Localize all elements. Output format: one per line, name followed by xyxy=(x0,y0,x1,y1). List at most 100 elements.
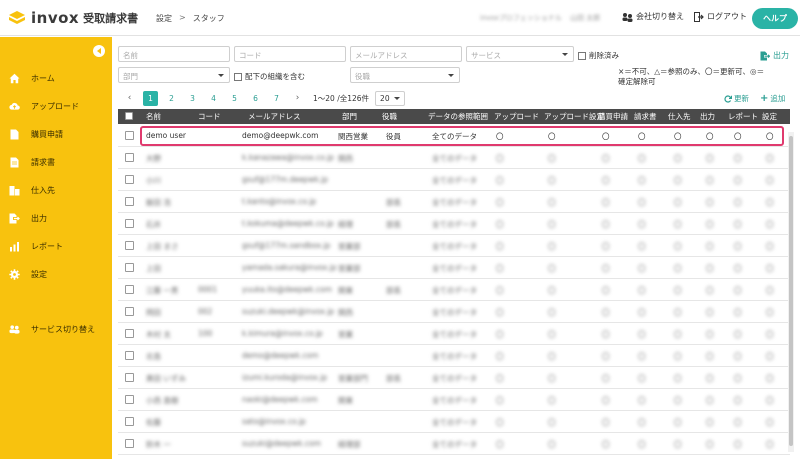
table-row[interactable]: 小西 直樹 naoki@deepwk.com 関東 全てのデータ 〇 〇 〇 〇 〇 〇 〇 〇 xyxy=(118,389,790,411)
refresh-button[interactable]: 更新 xyxy=(724,93,749,104)
cell-perm: 〇 xyxy=(766,286,774,295)
table-row[interactable]: 佐藤 sato@invox.co.jp 全てのデータ 〇 〇 〇 〇 〇 〇 〇 〇 xyxy=(118,411,790,433)
page-button-6[interactable]: 6 xyxy=(248,91,263,106)
col-supplier[interactable]: 仕入先 xyxy=(668,111,691,122)
scrollbar-thumb[interactable] xyxy=(789,136,793,446)
table-row[interactable]: 上田 まさ gsuf@177m.sandbox.jp 営業部 全てのデータ 〇 〇 〇 〇 〇 〇… xyxy=(118,235,790,257)
table-row[interactable]: 鈴木 一 suzuki@deepwk.com 経理部 全てのデータ 〇 〇 〇 〇 〇 〇 〇 〇 xyxy=(118,433,790,455)
col-email[interactable]: メールアドレス xyxy=(248,111,301,122)
page-button-7[interactable]: 7 xyxy=(269,91,284,106)
row-checkbox[interactable] xyxy=(125,241,134,250)
sidebar-item-report[interactable]: レポート xyxy=(0,236,112,256)
add-staff-button[interactable]: + 追加 xyxy=(760,93,785,104)
cell-perm: 〇 xyxy=(548,330,556,339)
col-invoice[interactable]: 請求書 xyxy=(634,111,657,122)
refresh-icon xyxy=(724,94,732,103)
table-row[interactable]: 石井 t.kokuma@deepwk.co.jp 経理 部長 全てのデータ 〇 〇 〇 〇 〇 〇 〇… xyxy=(118,213,790,235)
export-button[interactable]: 出力 xyxy=(760,50,789,61)
prev-page-button[interactable]: ‹ xyxy=(122,91,137,106)
row-checkbox[interactable] xyxy=(125,373,134,382)
row-checkbox[interactable] xyxy=(125,417,134,426)
row-checkbox[interactable] xyxy=(125,153,134,162)
deleted-checkbox[interactable]: 削除済み xyxy=(578,50,619,61)
per-page-select[interactable]: 20 xyxy=(375,90,406,106)
cell-scope: 全てのデータ xyxy=(432,374,477,383)
cell-perm: 〇 xyxy=(638,198,646,207)
row-checkbox[interactable] xyxy=(125,285,134,294)
sidebar-item-settings[interactable]: 設定 xyxy=(0,264,112,284)
switch-company-button[interactable]: 会社切り替え xyxy=(622,11,684,22)
row-checkbox[interactable] xyxy=(125,395,134,404)
include-sub-org-checkbox[interactable]: 配下の組織を含む xyxy=(234,71,305,82)
help-button[interactable]: ヘルプ xyxy=(752,8,798,29)
sidebar-item-suppliers[interactable]: 仕入先 xyxy=(0,180,112,200)
page-button-5[interactable]: 5 xyxy=(227,91,242,106)
row-checkbox[interactable] xyxy=(125,131,134,140)
checkbox-box[interactable] xyxy=(578,51,586,60)
row-checkbox[interactable] xyxy=(125,307,134,316)
table-row[interactable]: 北島 demo@deepwk.com 全てのデータ 〇 〇 〇 〇 〇 〇 〇 〇 xyxy=(118,345,790,367)
sidebar-item-purchase-request[interactable]: 購買申請 xyxy=(0,124,112,144)
row-checkbox[interactable] xyxy=(125,263,134,272)
sidebar-item-home[interactable]: ホーム xyxy=(0,68,112,88)
table-row[interactable]: 上田 yamada.sakura@invox.jp 営業部 全てのデータ 〇 〇 〇 〇 〇 〇 〇… xyxy=(118,257,790,279)
col-purchase-request[interactable]: 購買申請 xyxy=(598,111,628,122)
page-button-4[interactable]: 4 xyxy=(206,91,221,106)
sidebar-item-invoice[interactable]: 請求書 xyxy=(0,152,112,172)
col-name[interactable]: 名前 xyxy=(146,111,161,122)
col-upload-settings[interactable]: アップロード設定 xyxy=(544,111,604,122)
row-checkbox[interactable] xyxy=(125,351,134,360)
col-code[interactable]: コード xyxy=(198,111,221,122)
col-report[interactable]: レポート xyxy=(728,111,758,122)
page-button-2[interactable]: 2 xyxy=(164,91,179,106)
table-scrollbar[interactable] xyxy=(788,132,794,452)
next-page-button[interactable]: › xyxy=(290,91,305,106)
row-checkbox[interactable] xyxy=(125,197,134,206)
cell-code: 100 xyxy=(198,329,213,338)
cell-scope: 全てのデータ xyxy=(432,198,477,207)
department-filter-select[interactable]: 部門 xyxy=(118,67,230,83)
select-all-checkbox[interactable] xyxy=(125,112,133,120)
sidebar-collapse-button[interactable] xyxy=(93,45,105,57)
table-row[interactable]: 小川 gsuf@177m.deepwk.jp 全てのデータ 〇 〇 〇 〇 〇 〇 〇 〇 xyxy=(118,169,790,191)
sidebar-item-label: ホーム xyxy=(31,73,55,83)
table-row[interactable]: 木村 太 100 k.kimura@invox.co.jp 営業 全てのデータ 〇 〇 〇 〇 〇… xyxy=(118,323,790,345)
table-row[interactable]: 江藤 一男 0001 yuuka.ito@deepwk.com 関東 部長 全てのデータ 〇… xyxy=(118,279,790,301)
sidebar-item-upload[interactable]: アップロード xyxy=(0,96,112,116)
col-role[interactable]: 役職 xyxy=(382,111,397,122)
col-export[interactable]: 出力 xyxy=(700,111,715,122)
email-filter-input[interactable]: メールアドレス xyxy=(350,46,462,62)
logout-button[interactable]: ログアウト xyxy=(694,11,747,22)
app-logo[interactable]: invox 受取請求書 xyxy=(8,9,138,27)
table-row[interactable]: 大野 k.kanazawa@invox.co.jp 関西 全てのデータ 〇 〇 〇 〇 〇 〇 〇 〇 xyxy=(118,147,790,169)
sidebar-item-label: アップロード xyxy=(31,101,79,111)
col-department[interactable]: 部門 xyxy=(342,111,357,122)
table-row[interactable]: 岡田 002 suzuki.deepwk@invox.jp 関西 全てのデータ 〇 〇 〇 〇 〇… xyxy=(118,301,790,323)
cell-email: k.kanazawa@invox.co.jp xyxy=(242,153,334,162)
page-button-3[interactable]: 3 xyxy=(185,91,200,106)
row-checkbox[interactable] xyxy=(125,329,134,338)
table-row[interactable]: 黒田 いずみ izumi.kuroda@invox.jp 営業部門 部長 全てのデータ 〇… xyxy=(118,367,790,389)
col-scope[interactable]: データの参照範囲 xyxy=(428,111,488,122)
code-filter-input[interactable]: コード xyxy=(234,46,346,62)
cell-perm: 〇 xyxy=(766,352,774,361)
table-row[interactable]: 飯田 浩 t.kanto@invox.co.jp 部長 全てのデータ 〇 〇 〇 〇 〇 〇 〇 〇 xyxy=(118,191,790,213)
sidebar-item-export[interactable]: 出力 xyxy=(0,208,112,228)
row-checkbox[interactable] xyxy=(125,439,134,448)
checkbox-box[interactable] xyxy=(234,72,242,81)
name-filter-input[interactable]: 名前 xyxy=(118,46,230,62)
sidebar-item-label: 出力 xyxy=(31,213,47,223)
col-upload[interactable]: アップロード xyxy=(494,111,539,122)
row-checkbox[interactable] xyxy=(125,175,134,184)
user-name: 山田 太郎 xyxy=(570,14,601,22)
export-icon xyxy=(9,213,20,224)
cell-perm: 〇 xyxy=(734,154,742,163)
page-button-1[interactable]: 1 xyxy=(143,90,158,106)
role-filter-select[interactable]: 役職 xyxy=(350,67,460,83)
sidebar-service-switch[interactable]: サービス切り替え xyxy=(0,319,112,339)
row-checkbox[interactable] xyxy=(125,219,134,228)
breadcrumb-settings[interactable]: 設定 xyxy=(156,13,172,24)
service-filter-select[interactable]: サービス xyxy=(466,46,574,62)
sidebar-item-label: レポート xyxy=(31,241,63,251)
col-settings[interactable]: 設定 xyxy=(762,111,777,122)
